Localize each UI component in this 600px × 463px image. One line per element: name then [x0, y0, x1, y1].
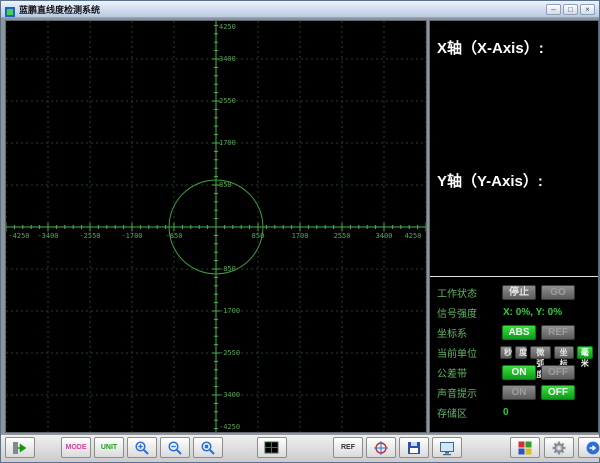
unit-second-button[interactable]: 秒	[500, 345, 513, 359]
enter-button[interactable]	[5, 437, 35, 458]
svg-text:4250: 4250	[219, 23, 236, 31]
app-window: 蓝鹏直线度检测系统 – □ × -4250 -4250 -3400 -3400 -255…	[0, 0, 600, 463]
zoom-in-button[interactable]	[127, 437, 157, 458]
tolerance-on-button[interactable]: ON	[502, 364, 536, 380]
monitor-icon	[440, 441, 454, 455]
ref-button[interactable]: REF	[333, 437, 363, 458]
unit-coordinate-button[interactable]: 坐标值	[553, 345, 574, 379]
unit-mm-button[interactable]: 毫米	[576, 345, 593, 368]
svg-text:-850: -850	[166, 232, 183, 240]
storage-label: 存储区	[437, 408, 467, 420]
mode-button[interactable]: MODE	[61, 437, 91, 458]
maximize-button[interactable]: □	[563, 3, 578, 15]
unit-button[interactable]: UNIT	[94, 437, 124, 458]
gear-icon	[552, 441, 566, 454]
go-button[interactable]: GO	[541, 284, 575, 300]
svg-text:2550: 2550	[219, 97, 236, 105]
coordinate-system-row: 坐标系 ABS REF	[437, 322, 596, 342]
svg-text:-850: -850	[219, 265, 236, 273]
x-axis-readout-label: X轴（X-Axis）:	[437, 40, 544, 57]
client-area: -4250 -4250 -3400 -3400 -2550 -2550 -1700 -1700…	[1, 18, 599, 434]
svg-text:1700: 1700	[292, 232, 309, 240]
storage-value: 0	[503, 406, 509, 418]
svg-text:1700: 1700	[219, 139, 236, 147]
control-panel: 工作状态 停止 GO 信号强度 X: 0%, Y: 0% 坐标系 ABS REF…	[430, 277, 598, 432]
svg-text:-2550: -2550	[219, 349, 240, 357]
exit-icon	[586, 441, 600, 454]
display-icon	[264, 441, 279, 453]
app-icon	[5, 4, 15, 17]
zoom-in-icon	[135, 440, 149, 455]
sound-prompt-label: 声音提示	[437, 388, 477, 400]
svg-text:-4250: -4250	[219, 423, 240, 431]
unit-degree-button[interactable]: 度	[515, 345, 528, 359]
stop-button[interactable]: 停止	[502, 284, 536, 300]
target-icon	[374, 440, 388, 455]
sound-on-button[interactable]: ON	[502, 384, 536, 400]
sound-prompt-row: 声音提示 ON OFF	[437, 382, 596, 402]
svg-text:3400: 3400	[219, 55, 236, 63]
save-button[interactable]	[399, 437, 429, 458]
settings-button[interactable]	[544, 437, 574, 458]
signal-strength-row: 信号强度 X: 0%, Y: 0%	[437, 302, 596, 322]
colors-icon	[518, 441, 532, 454]
tolerance-band-label: 公差带	[437, 368, 467, 380]
save-icon	[408, 441, 420, 454]
axis-readout: X轴（X-Axis）: Y轴（Y-Axis）:	[430, 21, 598, 277]
monitor-button[interactable]	[432, 437, 462, 458]
svg-text:2550: 2550	[334, 232, 351, 240]
svg-text:-3400: -3400	[219, 391, 240, 399]
work-status-row: 工作状态 停止 GO	[437, 282, 596, 302]
current-unit-label: 当前单位	[437, 348, 477, 360]
colors-button[interactable]	[510, 437, 540, 458]
svg-text:-1700: -1700	[219, 307, 240, 315]
tolerance-band-row: 公差带 ON OFF	[437, 362, 596, 382]
unit-button-label: UNIT	[100, 444, 118, 451]
svg-text:3400: 3400	[376, 232, 393, 240]
minimize-button[interactable]: –	[546, 3, 561, 15]
sound-off-button[interactable]: OFF	[541, 384, 575, 400]
storage-row: 存储区 0	[437, 402, 596, 422]
ref-button-label: REF	[341, 444, 355, 451]
bottom-toolbar: MODE UNIT REF	[1, 434, 600, 462]
tolerance-off-button[interactable]: OFF	[541, 364, 575, 380]
svg-text:-3400: -3400	[37, 232, 58, 240]
svg-text:4250: 4250	[405, 232, 422, 240]
y-axis-readout-label: Y轴（Y-Axis）:	[437, 173, 543, 190]
window-title: 蓝鹏直线度检测系统	[19, 4, 101, 15]
svg-text:-2550: -2550	[79, 232, 100, 240]
zoom-fit-button[interactable]	[193, 437, 223, 458]
signal-strength-label: 信号强度	[437, 308, 477, 320]
abs-button[interactable]: ABS	[502, 324, 536, 340]
close-button[interactable]: ×	[580, 3, 595, 15]
work-status-label: 工作状态	[437, 288, 477, 300]
signal-strength-value: X: 0%, Y: 0%	[503, 306, 563, 318]
zoom-out-icon	[168, 440, 182, 455]
plot-canvas: -4250 -4250 -3400 -3400 -2550 -2550 -1700 -1700…	[6, 21, 426, 432]
mode-button-label: MODE	[65, 444, 87, 451]
right-panel: X轴（X-Axis）: Y轴（Y-Axis）: 工作状态 停止 GO 信号强度 …	[429, 20, 599, 433]
measurement-plot: -4250 -4250 -3400 -3400 -2550 -2550 -1700 -1700…	[5, 20, 427, 433]
titlebar: 蓝鹏直线度检测系统 – □ ×	[1, 1, 599, 18]
enter-icon	[13, 441, 27, 454]
target-button[interactable]	[366, 437, 396, 458]
ref-coord-button[interactable]: REF	[541, 324, 575, 340]
unit-microrad-button[interactable]: 微弧度	[530, 345, 551, 379]
coordinate-system-label: 坐标系	[437, 328, 467, 340]
zoom-out-button[interactable]	[160, 437, 190, 458]
current-unit-row: 当前单位 秒 度 微弧度 坐标值 毫米	[437, 342, 596, 379]
display-button[interactable]	[257, 437, 287, 458]
svg-text:-1700: -1700	[121, 232, 142, 240]
svg-text:-4250: -4250	[8, 232, 29, 240]
exit-button[interactable]	[578, 437, 600, 458]
zoom-fit-icon	[201, 440, 215, 455]
